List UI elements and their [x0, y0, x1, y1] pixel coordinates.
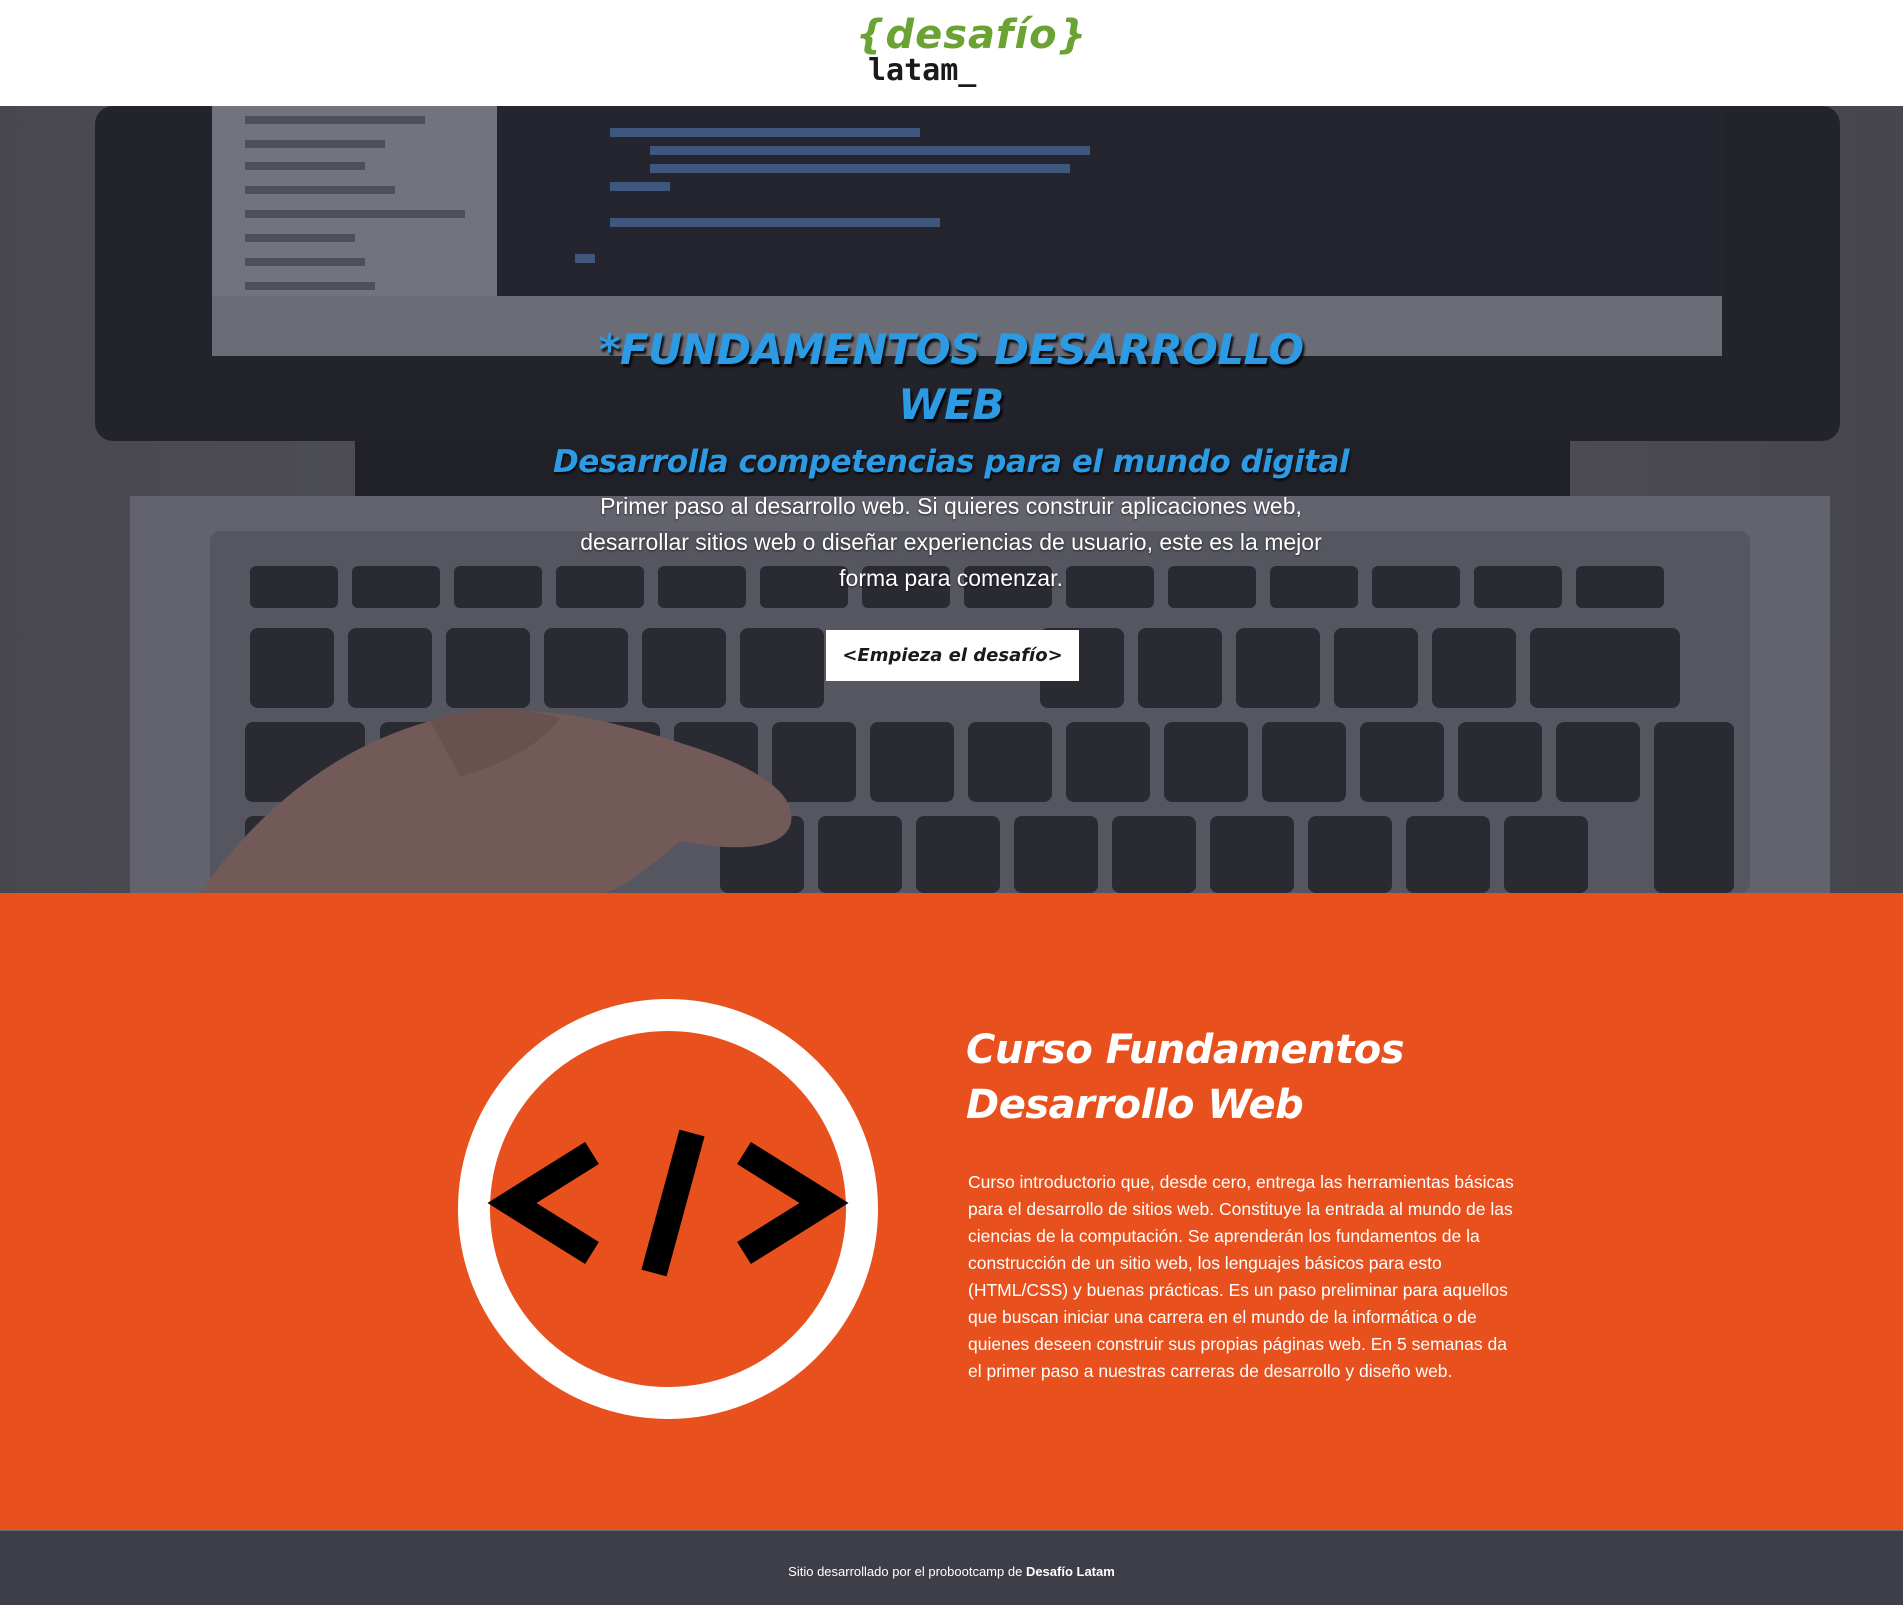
- page: {desafío} latam_ *FUNDAMENTOS DESARROLLO…: [0, 0, 1903, 1605]
- hero-subtitle: Desarrolla competencias para el mundo di…: [552, 444, 1350, 480]
- logo-wordmark-bottom: latam_: [868, 53, 977, 88]
- code-brackets-icon: [458, 999, 878, 1419]
- logo-wordmark-top: {desafío}: [856, 12, 1088, 58]
- footer-credit-text: Sitio desarrollado por el probootcamp de: [788, 1564, 1023, 1579]
- start-challenge-button[interactable]: <Empieza el desafío>: [826, 630, 1079, 681]
- course-description: Curso introductorio que, desde cero, ent…: [968, 1172, 1514, 1381]
- site-header: {desafío} latam_: [0, 0, 1903, 106]
- hero-title: *FUNDAMENTOS DESARROLLO WEB: [598, 325, 1304, 429]
- footer-brand-link[interactable]: Desafío Latam: [1026, 1564, 1115, 1579]
- desafio-latam-logo[interactable]: {desafío} latam_: [856, 12, 1086, 92]
- course-section: Curso Fundamentos Desarrollo Web Curso i…: [0, 893, 1903, 1530]
- hero-section: *FUNDAMENTOS DESARROLLO WEB Desarrolla c…: [0, 106, 1903, 893]
- hero-content: *FUNDAMENTOS DESARROLLO WEB Desarrolla c…: [551, 322, 1351, 596]
- footer-credit: Sitio desarrollado por el probootcamp de…: [0, 1563, 1903, 1581]
- site-footer: Sitio desarrollado por el probootcamp de…: [0, 1530, 1903, 1605]
- course-title: Curso Fundamentos Desarrollo Web: [966, 1027, 1405, 1128]
- hero-description: Primer paso al desarrollo web. Si quiere…: [580, 493, 1322, 591]
